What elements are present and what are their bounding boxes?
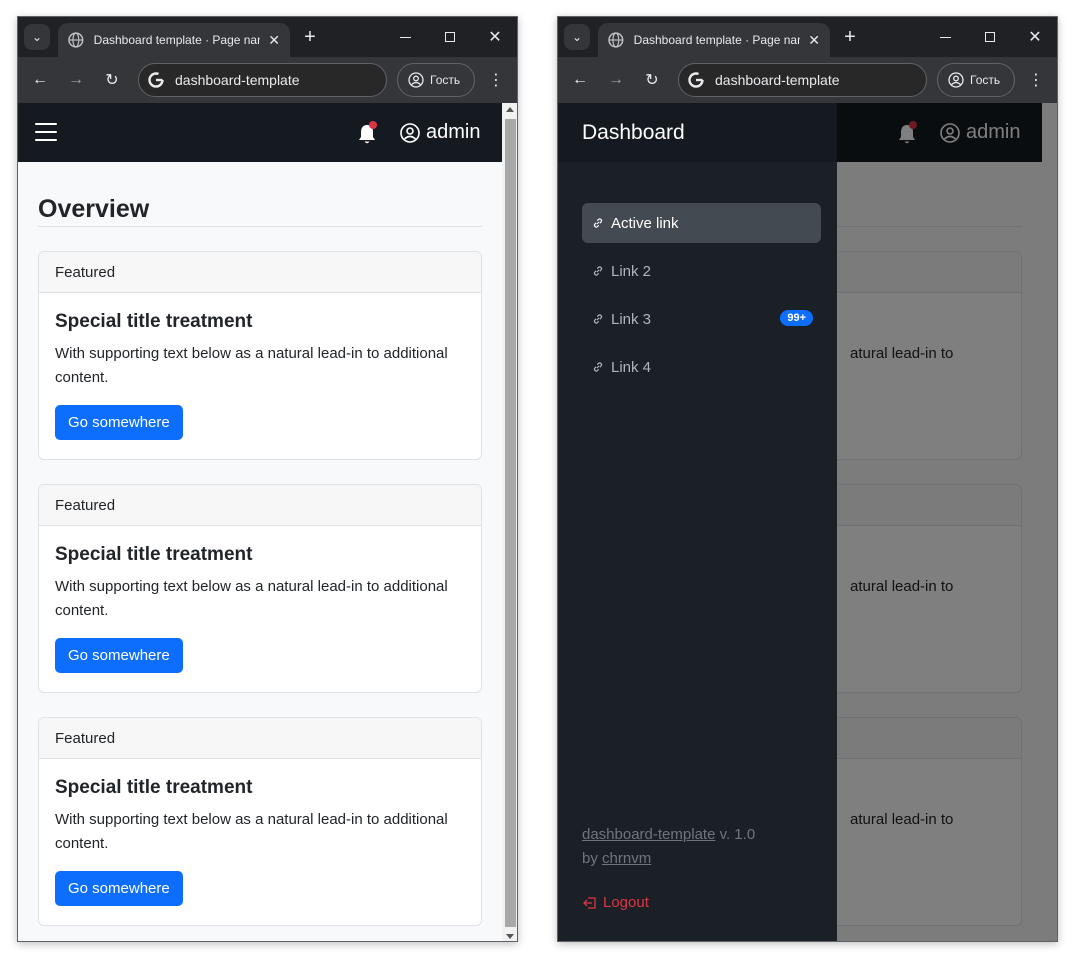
sidebar-item-link-3[interactable]: Link 3 99+ [582, 299, 821, 339]
browser-toolbar: ← → ↻ dashboard-template Гость ⋮ [558, 57, 1057, 103]
profile-button[interactable]: Гость [397, 63, 475, 97]
hamburger-menu-icon[interactable] [35, 123, 57, 141]
tab-strip: ⌄ Dashboard template · Page name ✕ + ✕ [558, 17, 1057, 57]
reload-icon[interactable]: ↻ [101, 69, 123, 91]
browser-toolbar: ← → ↻ dashboard-template Гость ⋮ [18, 57, 517, 103]
sidebar-item-link-2[interactable]: Link 2 [582, 251, 821, 291]
card-title: Special title treatment [55, 311, 253, 332]
sidebar-item-link-4[interactable]: Link 4 [582, 347, 821, 387]
go-somewhere-button[interactable]: Go somewhere [55, 405, 183, 440]
minimize-button[interactable] [390, 25, 420, 49]
page-viewport: admin atural lead-in to atural lead-in t… [558, 103, 1057, 941]
user-circle-icon [400, 122, 420, 143]
user-name: admin [426, 121, 481, 143]
go-somewhere-button[interactable]: Go somewhere [55, 871, 183, 906]
card: Featured Special title treatment With su… [38, 717, 482, 926]
card-title: Special title treatment [55, 544, 253, 565]
scroll-up-icon[interactable] [506, 107, 514, 112]
sidebar-nav: Active link Link 2 Link 3 99+ Link 4 [582, 203, 821, 395]
main-content: Overview Featured Special title treatmen… [38, 162, 482, 926]
page-scrollbar[interactable] [502, 103, 517, 941]
notification-dot [369, 121, 377, 129]
card-header: Featured [39, 252, 481, 293]
close-window-button[interactable]: ✕ [1020, 25, 1050, 49]
forward-icon[interactable]: → [605, 69, 627, 91]
by-text: by [582, 850, 603, 867]
profile-icon [408, 72, 424, 88]
maximize-button[interactable] [975, 25, 1005, 49]
card: Featured Special title treatment With su… [38, 484, 482, 693]
logout-button[interactable]: Logout [582, 894, 649, 911]
card-text: With supporting text below as a natural … [55, 578, 448, 619]
sidebar-item-active-link[interactable]: Active link [582, 203, 821, 243]
google-icon [688, 72, 704, 88]
go-somewhere-button[interactable]: Go somewhere [55, 638, 183, 673]
tab-close-icon[interactable]: ✕ [808, 32, 820, 49]
tab-strip: ⌄ Dashboard template · Page name ✕ + ✕ [18, 17, 517, 57]
profile-label: Гость [430, 73, 461, 87]
browser-window-left: ⌄ Dashboard template · Page name ✕ + ✕ ←… [17, 16, 518, 942]
sidebar-item-label: Link 3 [611, 310, 652, 328]
tab-search-button[interactable]: ⌄ [24, 24, 50, 50]
logout-icon [583, 896, 596, 909]
new-tab-button[interactable]: + [838, 25, 862, 49]
scroll-thumb[interactable] [505, 119, 516, 927]
user-menu[interactable]: admin [400, 121, 480, 144]
address-bar[interactable]: dashboard-template [678, 63, 927, 97]
globe-icon [608, 32, 624, 48]
card: Featured Special title treatment With su… [38, 251, 482, 460]
sidebar-brand: Dashboard [558, 103, 837, 162]
link-icon [593, 218, 603, 228]
back-icon[interactable]: ← [29, 69, 51, 91]
close-window-button[interactable]: ✕ [480, 25, 510, 49]
sidebar-item-label: Active link [611, 214, 679, 232]
tab-title: Dashboard template · Page name [633, 33, 801, 47]
globe-icon [68, 32, 84, 48]
menu-kebab-icon[interactable]: ⋮ [486, 69, 506, 91]
page-title: Overview [38, 162, 482, 227]
profile-icon [948, 72, 964, 88]
app-navbar: admin [18, 103, 502, 162]
address-bar[interactable]: dashboard-template [138, 63, 387, 97]
tab-search-button[interactable]: ⌄ [564, 24, 590, 50]
link-icon [593, 266, 603, 276]
url-text: dashboard-template [175, 72, 300, 88]
version-text: v. 1.0 [715, 826, 756, 843]
card-header: Featured [39, 718, 481, 759]
minimize-button[interactable] [930, 25, 960, 49]
page-viewport: admin Overview Featured Special title tr… [18, 103, 502, 941]
browser-tab[interactable]: Dashboard template · Page name ✕ [598, 23, 830, 57]
new-tab-button[interactable]: + [298, 25, 322, 49]
logout-label: Logout [603, 894, 649, 911]
link-icon [593, 314, 603, 324]
card-header: Featured [39, 485, 481, 526]
url-text: dashboard-template [715, 72, 840, 88]
forward-icon[interactable]: → [65, 69, 87, 91]
card-title: Special title treatment [55, 777, 253, 798]
reload-icon[interactable]: ↻ [641, 69, 663, 91]
profile-button[interactable]: Гость [937, 63, 1015, 97]
tab-title: Dashboard template · Page name [93, 33, 261, 47]
card-text: With supporting text below as a natural … [55, 345, 448, 386]
tab-close-icon[interactable]: ✕ [268, 32, 280, 49]
count-badge: 99+ [780, 310, 813, 326]
card-text: With supporting text below as a natural … [55, 811, 448, 852]
browser-window-right: ⌄ Dashboard template · Page name ✕ + ✕ ←… [557, 16, 1058, 942]
back-icon[interactable]: ← [569, 69, 591, 91]
google-icon [148, 72, 164, 88]
sidebar: Dashboard Active link Link 2 Link 3 99+ [558, 103, 837, 941]
maximize-button[interactable] [435, 25, 465, 49]
browser-tab[interactable]: Dashboard template · Page name ✕ [58, 23, 290, 57]
author-link[interactable]: chrnvm [602, 850, 651, 867]
project-link[interactable]: dashboard-template [582, 826, 715, 843]
profile-label: Гость [970, 73, 1001, 87]
sidebar-item-label: Link 2 [611, 262, 652, 280]
sidebar-footer: dashboard-template v. 1.0 by chrnvm [582, 823, 755, 871]
sidebar-item-label: Link 4 [611, 358, 652, 376]
scroll-down-icon[interactable] [506, 934, 514, 939]
link-icon [593, 362, 603, 372]
menu-kebab-icon[interactable]: ⋮ [1026, 69, 1046, 91]
